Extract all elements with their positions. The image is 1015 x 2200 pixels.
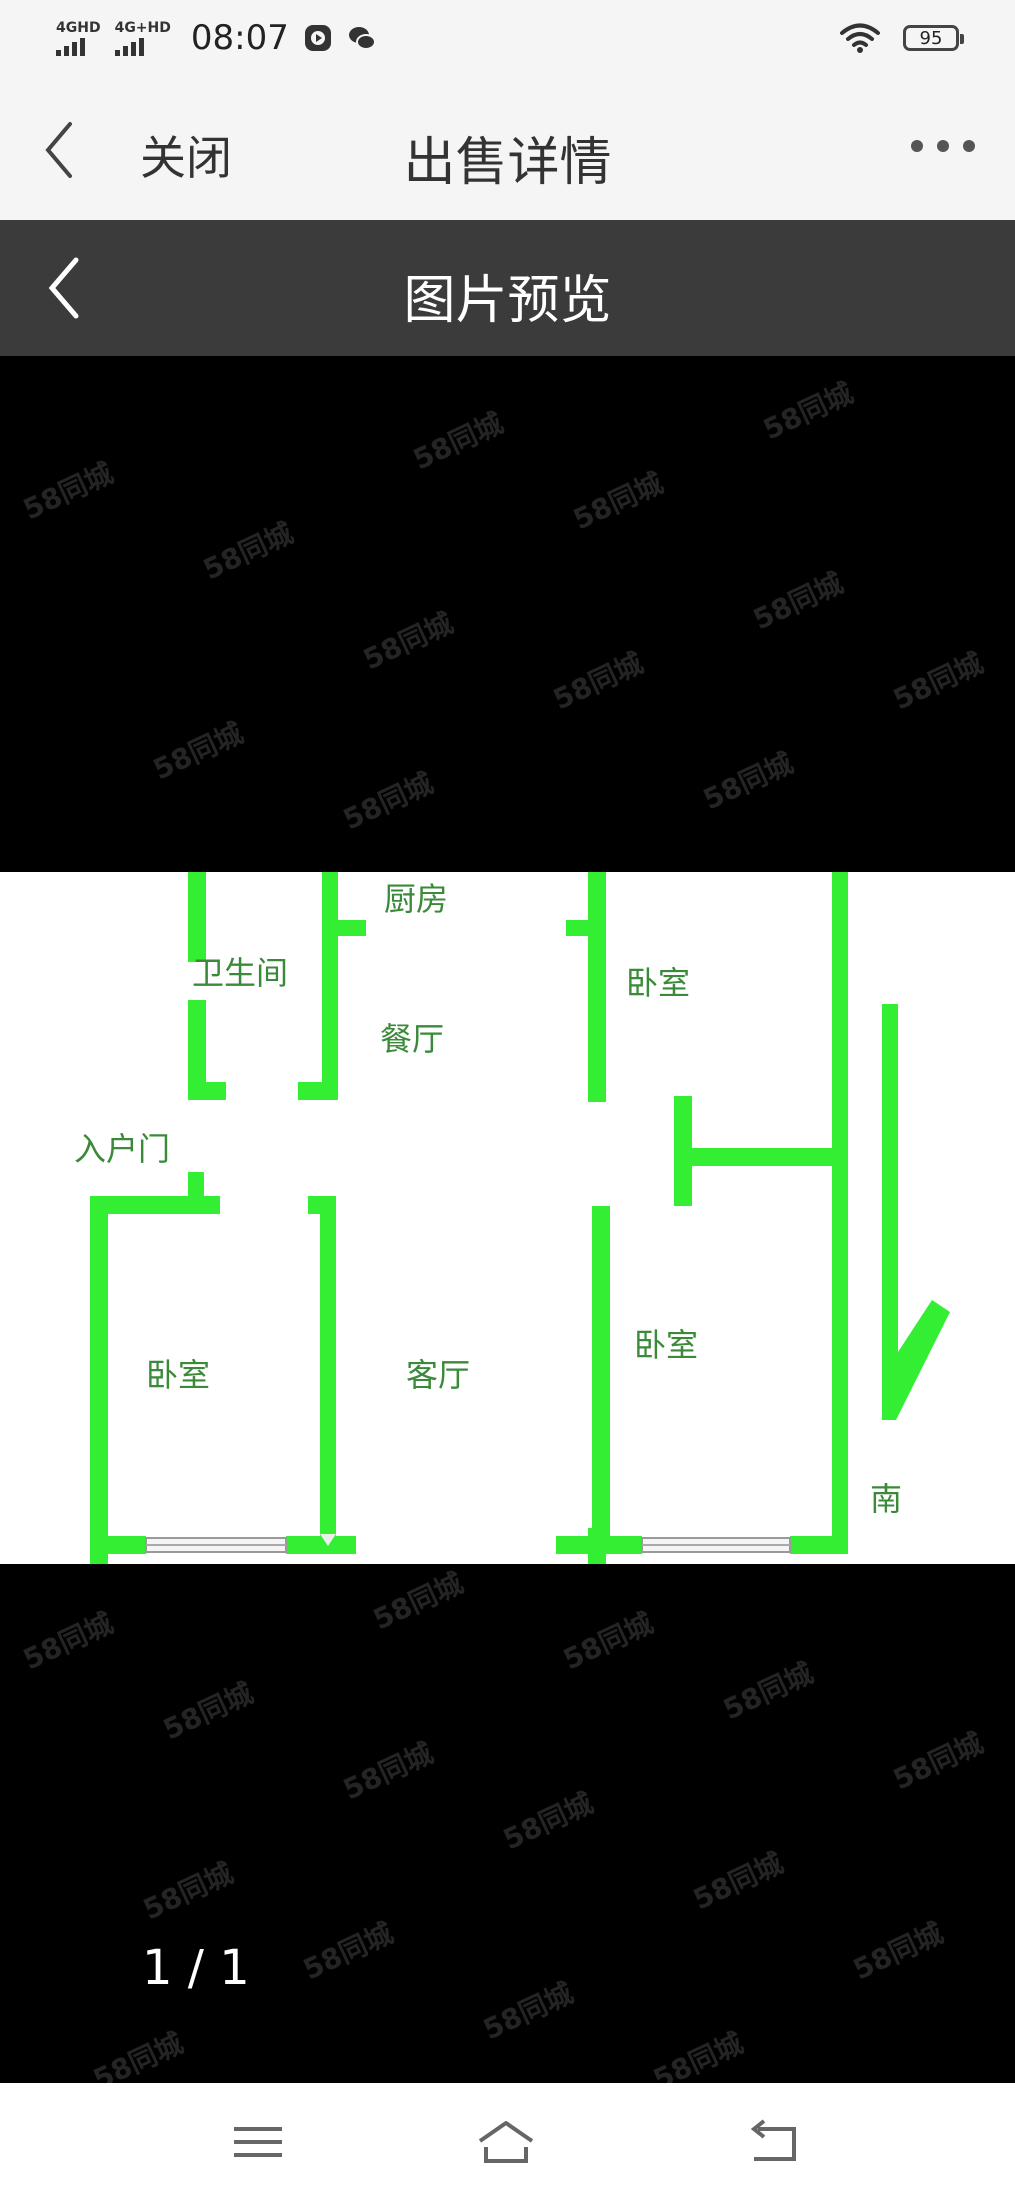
more-options-icon[interactable]	[911, 140, 975, 152]
menu-icon[interactable]	[228, 2117, 288, 2167]
label-bathroom: 卫生间	[192, 954, 288, 992]
watermark: 58同城	[758, 376, 859, 447]
battery-icon: 95	[903, 25, 964, 51]
watermark: 58同城	[358, 606, 459, 677]
watermark: 58同城	[558, 1606, 659, 1677]
preview-header: 图片预览	[0, 220, 1015, 356]
watermark: 58同城	[138, 1856, 239, 1927]
status-time: 08:07	[190, 18, 289, 58]
watermark: 58同城	[338, 766, 439, 837]
label-entrance: 入户门	[74, 1130, 170, 1168]
watermark: 58同城	[368, 1566, 469, 1637]
back-nav-icon[interactable]	[744, 2117, 804, 2167]
watermark: 58同城	[478, 1976, 579, 2047]
app-header: 关闭 出售详情	[0, 80, 1015, 220]
label-bedroom-right: 卧室	[634, 1326, 698, 1364]
watermark: 58同城	[568, 466, 669, 537]
label-kitchen: 厨房	[384, 880, 448, 918]
watermark: 58同城	[548, 646, 649, 717]
watermark: 58同城	[498, 1786, 599, 1857]
watermark: 58同城	[148, 716, 249, 787]
watermark: 58同城	[18, 456, 119, 527]
wechat-icon	[348, 27, 376, 50]
watermark: 58同城	[298, 1916, 399, 1987]
watermark: 58同城	[158, 1676, 259, 1747]
watermark: 58同城	[888, 646, 989, 717]
sim2-signal: 4G+HD	[114, 19, 171, 56]
label-bedroom-top-right: 卧室	[626, 964, 690, 1002]
watermark: 58同城	[18, 1606, 119, 1677]
watermark: 58同城	[698, 746, 799, 817]
status-bar: 4GHD 4G+HD 08:07 95	[0, 0, 1015, 80]
page-title: 出售详情	[403, 133, 612, 193]
watermark: 58同城	[848, 1916, 949, 1987]
label-bedroom-left: 卧室	[146, 1356, 210, 1394]
watermark: 58同城	[888, 1726, 989, 1797]
watermark: 58同城	[688, 1846, 789, 1917]
watermark: 58同城	[198, 516, 299, 587]
battery-level: 95	[919, 27, 943, 49]
home-icon[interactable]	[476, 2117, 536, 2167]
label-south: 南	[870, 1480, 902, 1518]
floorplan-image[interactable]: 厨房 卫生间 餐厅 卧室 入户门 卧室 客厅 卧室 南	[0, 872, 1015, 1564]
wifi-icon	[840, 23, 880, 53]
windows	[145, 1534, 791, 1553]
sim2-label: 4G+HD	[114, 19, 171, 36]
image-counter: 1 / 1	[142, 1940, 250, 1996]
video-app-icon	[304, 25, 331, 51]
preview-title: 图片预览	[403, 271, 612, 331]
sim1-label: 4GHD	[56, 19, 101, 36]
watermark: 58同城	[338, 1736, 439, 1807]
watermark: 58同城	[748, 566, 849, 637]
system-nav-bar	[0, 2083, 1015, 2200]
sim1-signal: 4GHD	[56, 21, 101, 56]
label-living-room: 客厅	[406, 1356, 470, 1394]
label-dining: 餐厅	[380, 1020, 444, 1058]
watermark: 58同城	[718, 1656, 819, 1727]
watermark: 58同城	[408, 406, 509, 477]
